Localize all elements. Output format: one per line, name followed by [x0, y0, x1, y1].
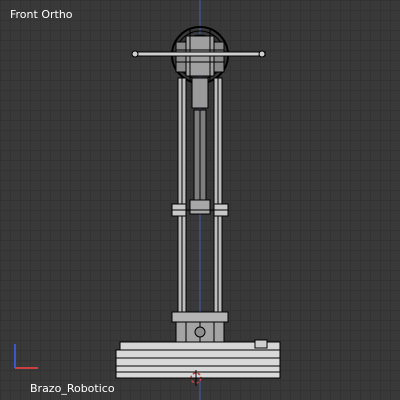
lower-mechanism [171, 311, 229, 343]
axis-gizmo-icon [14, 344, 38, 369]
robot-arm-model[interactable] [0, 0, 400, 400]
head-assembly [131, 26, 266, 84]
3d-viewport[interactable]: Front Ortho Brazo_Robotico [0, 0, 400, 400]
central-actuator [189, 77, 211, 215]
object-name-label: Brazo_Robotico [30, 382, 115, 395]
base-plate [115, 339, 281, 379]
